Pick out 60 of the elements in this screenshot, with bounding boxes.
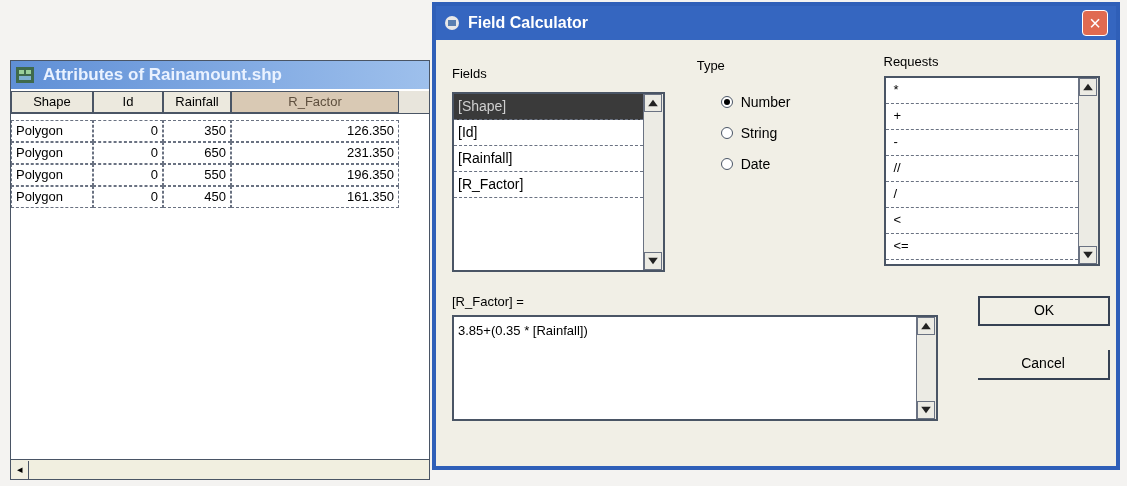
- field-item[interactable]: [Rainfall]: [454, 145, 643, 172]
- request-item[interactable]: <=: [885, 233, 1078, 260]
- requests-list[interactable]: * + - // / < <=: [883, 75, 1100, 266]
- column-header[interactable]: Shape: [11, 91, 93, 113]
- radio-button[interactable]: [720, 158, 733, 170]
- table-cell: 650: [163, 142, 231, 164]
- fields-label: Fields: [452, 65, 488, 83]
- table-cell: 196.350: [231, 164, 399, 186]
- table-cell: Polygon: [11, 142, 93, 164]
- table-icon: [15, 65, 35, 85]
- request-item[interactable]: //: [885, 155, 1078, 182]
- request-item[interactable]: +: [885, 103, 1078, 130]
- scroll-bar[interactable]: [1078, 77, 1098, 264]
- field-item[interactable]: [Id]: [454, 119, 643, 146]
- table-cell: 0: [93, 142, 163, 164]
- scroll-bar[interactable]: [642, 93, 663, 270]
- scroll-down-icon[interactable]: [917, 401, 935, 419]
- field-item[interactable]: [R_Factor]: [454, 171, 643, 198]
- table-cell: Polygon: [11, 164, 93, 186]
- window-title: Attributes of Rainamount.shp: [43, 64, 282, 87]
- table-cell: 161.350: [231, 186, 399, 208]
- expression-text: 3.85+(0.35 * [Rainfall]): [457, 322, 589, 340]
- scroll-up-icon[interactable]: [1079, 77, 1097, 96]
- scroll-up-icon[interactable]: [917, 317, 935, 335]
- type-label: Type: [696, 57, 726, 75]
- radio-button[interactable]: [720, 96, 733, 108]
- radio-button[interactable]: [720, 127, 733, 139]
- column-header[interactable]: R_Factor: [231, 91, 399, 113]
- scroll-down-icon[interactable]: [643, 251, 662, 270]
- table-cell: Polygon: [11, 120, 93, 142]
- column-header[interactable]: Id: [93, 91, 163, 113]
- cancel-button[interactable]: Cancel: [978, 349, 1110, 380]
- table-cell: 550: [163, 164, 231, 186]
- request-item[interactable]: <: [885, 207, 1078, 234]
- request-item[interactable]: *: [885, 77, 1078, 104]
- horizontal-scroll-bar[interactable]: ◂: [11, 459, 429, 479]
- table-cell: 126.350: [231, 120, 399, 142]
- radio-label: Number: [740, 92, 791, 112]
- table-cell: Polygon: [11, 186, 93, 208]
- field-item[interactable]: [Shape]: [454, 93, 643, 120]
- table-cell: 0: [93, 120, 163, 142]
- fields-list[interactable]: [Shape] [Id] [Rainfall] [R_Factor]: [452, 91, 665, 272]
- requests-label: Requests: [883, 53, 940, 71]
- request-item[interactable]: /: [885, 181, 1078, 208]
- expression-field[interactable]: 3.85+(0.35 * [Rainfall]): [452, 315, 938, 421]
- expression-label: [R_Factor] =: [452, 292, 525, 311]
- ok-button[interactable]: OK: [978, 295, 1110, 326]
- table-cell: 231.350: [231, 142, 399, 164]
- scroll-up-icon[interactable]: [643, 93, 662, 112]
- scroll-bar[interactable]: [916, 317, 936, 419]
- column-header[interactable]: Rainfall: [163, 91, 231, 113]
- table-cell: 0: [93, 164, 163, 186]
- radio-label: String: [740, 123, 778, 143]
- table-cell: 450: [163, 186, 231, 208]
- dialog-title: Field Calculator: [468, 13, 589, 33]
- table-cell: 0: [93, 186, 163, 208]
- request-item[interactable]: -: [885, 129, 1078, 156]
- radio-label: Date: [740, 154, 771, 174]
- scroll-down-icon[interactable]: [1079, 245, 1097, 264]
- table-cell: 350: [163, 120, 231, 142]
